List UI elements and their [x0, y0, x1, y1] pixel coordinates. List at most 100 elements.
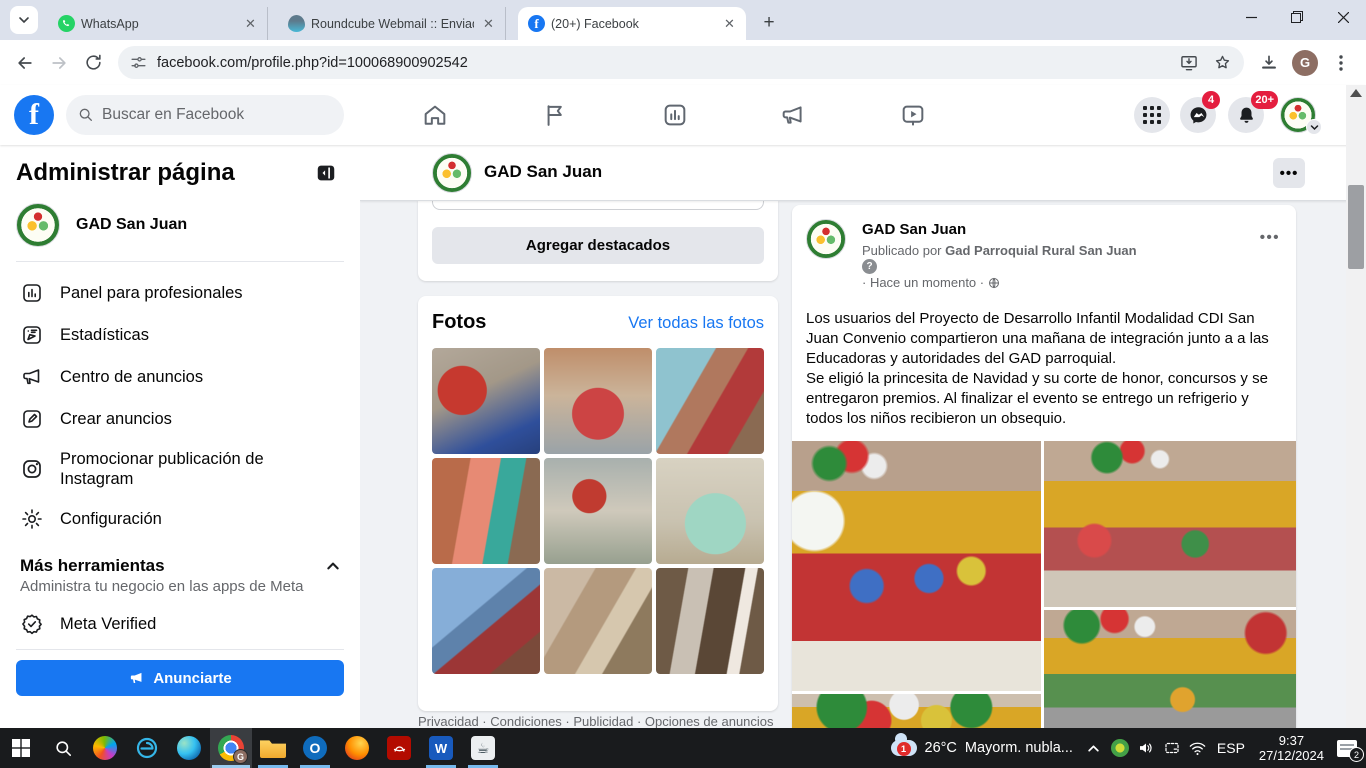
word-icon[interactable]: W [420, 728, 462, 768]
install-icon[interactable] [1179, 53, 1199, 73]
back-button[interactable] [8, 46, 42, 80]
tab-search-chevron-icon[interactable] [10, 6, 38, 34]
language-indicator[interactable]: ESP [1211, 740, 1251, 756]
page-avatar[interactable] [432, 153, 472, 193]
sidebar-item-settings[interactable]: Configuración [16, 498, 344, 540]
tab-close-icon[interactable]: ✕ [721, 15, 738, 32]
photo-thumbnail[interactable] [432, 568, 540, 674]
internet-explorer-icon[interactable] [126, 728, 168, 768]
window-close-button[interactable] [1320, 0, 1366, 34]
post-photo[interactable] [792, 694, 1041, 728]
notification-center-icon[interactable]: 2 [1332, 728, 1362, 768]
post-timestamp[interactable]: · Hace un momento · [862, 275, 1000, 290]
sidebar-item-professional-dashboard[interactable]: Panel para profesionales [16, 272, 344, 314]
bookmark-star-icon[interactable] [1213, 53, 1232, 72]
photo-thumbnail[interactable] [656, 348, 764, 454]
published-by-name[interactable]: Gad Parroquial Rural San Juan [945, 243, 1136, 258]
photo-thumbnail[interactable] [656, 568, 764, 674]
see-all-photos-link[interactable]: Ver todas las fotos [628, 314, 764, 333]
facebook-icon: f [528, 15, 545, 32]
post-menu-kebab-icon[interactable]: ••• [1260, 229, 1280, 246]
facebook-logo[interactable]: f [14, 95, 54, 135]
tab-whatsapp[interactable]: WhatsApp ✕ [48, 7, 268, 40]
more-tools-header[interactable]: Más herramientas [20, 556, 340, 576]
search-input[interactable] [102, 106, 322, 124]
post-help-badge[interactable]: ? [862, 259, 877, 274]
browser-menu-kebab-icon[interactable] [1324, 46, 1358, 80]
photo-thumbnail[interactable] [544, 458, 652, 564]
window-minimize-button[interactable] [1228, 0, 1274, 34]
wifi-icon[interactable] [1185, 728, 1211, 768]
divider [16, 649, 344, 650]
nav-professional-dashboard-icon[interactable] [661, 101, 689, 129]
edge-icon[interactable] [168, 728, 210, 768]
photo-thumbnail[interactable] [544, 348, 652, 454]
taskbar-clock[interactable]: 9:37 27/12/2024 [1251, 733, 1332, 763]
photo-thumbnail[interactable] [656, 458, 764, 564]
facebook-search[interactable] [66, 95, 344, 135]
copilot-icon[interactable] [84, 728, 126, 768]
page-scrollbar[interactable] [1346, 85, 1366, 728]
java-app-icon[interactable]: ☕ [462, 728, 504, 768]
address-bar[interactable]: facebook.com/profile.php?id=100068900902… [118, 46, 1244, 79]
scrollbar-thumb[interactable] [1348, 185, 1364, 269]
nav-video-icon[interactable] [899, 101, 927, 129]
sidebar-page-row[interactable]: GAD San Juan [16, 203, 344, 247]
start-button[interactable] [0, 728, 42, 768]
sidebar-item-ads-center[interactable]: Centro de anuncios [16, 356, 344, 398]
apps-grid-menu-icon[interactable] [1134, 97, 1170, 133]
sidebar-item-label: Configuración [60, 509, 162, 529]
volume-icon[interactable] [1133, 728, 1159, 768]
firefox-icon[interactable] [336, 728, 378, 768]
page-name: GAD San Juan [76, 216, 187, 234]
cast-screen-icon[interactable] [1159, 728, 1185, 768]
post-photo[interactable] [1044, 610, 1296, 728]
downloads-button[interactable] [1252, 46, 1286, 80]
window-restore-button[interactable] [1274, 0, 1320, 34]
reload-button[interactable] [76, 46, 110, 80]
file-explorer-icon[interactable] [252, 728, 294, 768]
sidebar-item-insights[interactable]: Estadísticas [16, 314, 344, 356]
nav-home-icon[interactable] [421, 101, 449, 129]
tab-close-icon[interactable]: ✕ [242, 15, 259, 32]
browser-profile-avatar[interactable]: G [1292, 50, 1318, 76]
post-photo[interactable] [792, 441, 1041, 691]
notifications-badge: 20+ [1251, 91, 1278, 109]
url-text[interactable]: facebook.com/profile.php?id=100068900902… [157, 55, 1179, 71]
sidebar-item-boost-instagram[interactable]: Promocionar publicación de Instagram [16, 440, 344, 498]
sidebar-title: Administrar página [16, 159, 344, 187]
taskbar-date: 27/12/2024 [1259, 748, 1324, 763]
post-author-avatar[interactable] [806, 219, 846, 259]
tab-close-icon[interactable]: ✕ [480, 15, 497, 32]
sidebar-item-meta-verified[interactable]: Meta Verified [16, 603, 344, 645]
footer-links[interactable]: Privacidad · Condiciones · Publicidad · … [418, 714, 778, 728]
outlook-icon[interactable]: O [294, 728, 336, 768]
nav-ads-megaphone-icon[interactable] [779, 101, 807, 129]
post-author-name[interactable]: GAD San Juan [862, 221, 966, 238]
megaphone-icon [20, 365, 44, 389]
search-icon [78, 107, 94, 123]
add-highlights-button[interactable]: Agregar destacados [432, 227, 764, 264]
advertise-button[interactable]: Anunciarte [16, 660, 344, 696]
tab-facebook-active[interactable]: f (20+) Facebook ✕ [518, 7, 746, 40]
tab-roundcube[interactable]: Roundcube Webmail :: Enviados ✕ [278, 7, 506, 40]
sidebar-item-create-ads[interactable]: Crear anuncios [16, 398, 344, 440]
antivirus-icon[interactable] [1107, 728, 1133, 768]
nav-pages-flag-icon[interactable] [541, 101, 569, 129]
site-settings-icon[interactable] [130, 54, 147, 71]
taskbar-search-icon[interactable] [42, 728, 84, 768]
photo-thumbnail[interactable] [544, 568, 652, 674]
photo-thumbnail[interactable] [432, 458, 540, 564]
new-tab-button[interactable]: + [755, 9, 783, 37]
weather-widget[interactable]: 1 26°C Mayorm. nubla... [883, 740, 1081, 756]
scrollbar-up-arrow[interactable] [1350, 89, 1362, 97]
admin-sidebar: Administrar página GAD San Juan Panel pa… [0, 145, 360, 728]
photo-thumbnail[interactable] [432, 348, 540, 454]
page-more-button[interactable]: ••• [1273, 158, 1305, 188]
sidebar-collapse-icon[interactable] [308, 155, 344, 191]
post-photo[interactable] [1044, 441, 1296, 607]
acrobat-icon[interactable] [378, 728, 420, 768]
tray-chevron-up-icon[interactable] [1081, 728, 1107, 768]
chrome-icon-active[interactable]: G [210, 728, 252, 768]
forward-button[interactable] [42, 46, 76, 80]
